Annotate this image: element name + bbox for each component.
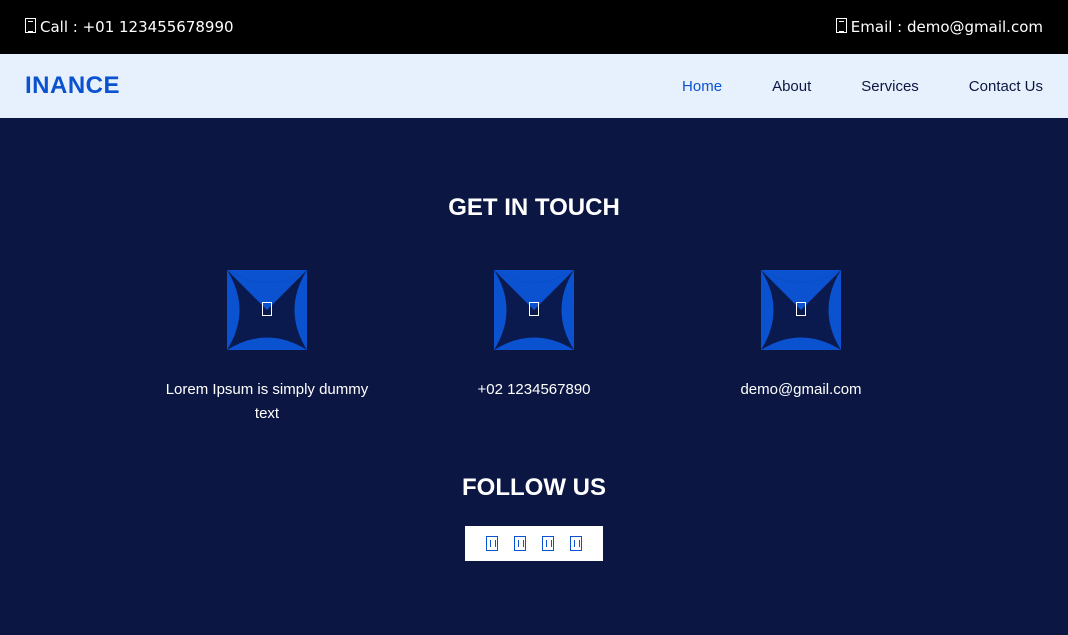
contact-item-address: Lorem Ipsum is simply dummy text: [152, 270, 382, 426]
get-in-touch-title: GET IN TOUCH: [448, 194, 620, 221]
nav-about[interactable]: About: [772, 78, 811, 95]
envelope-glyph: [796, 302, 806, 316]
call-text: Call : +01 123455678990: [40, 18, 234, 36]
phone-icon[interactable]: [494, 270, 574, 350]
contact-item-email: demo@gmail.com: [686, 270, 916, 402]
map-marker-icon[interactable]: [227, 270, 307, 350]
nav-home[interactable]: Home: [682, 78, 722, 95]
site-logo[interactable]: INANCE: [25, 72, 120, 100]
top-info-bar: Call : +01 123455678990 Email : demo@gma…: [0, 0, 1068, 54]
twitter-icon[interactable]: [514, 536, 526, 551]
social-links: [465, 526, 603, 561]
address-text: Lorem Ipsum is simply dummy text: [165, 381, 369, 422]
instagram-icon[interactable]: [570, 536, 582, 551]
email-text: Email : demo@gmail.com: [850, 18, 1043, 36]
main-navbar: INANCE Home About Services Contact Us: [0, 54, 1068, 118]
phone-text: +02 1234567890: [477, 381, 591, 398]
nav-contact-us[interactable]: Contact Us: [969, 78, 1043, 95]
map-marker-glyph: [262, 302, 272, 316]
follow-us-title: FOLLOW US: [462, 474, 606, 501]
nav-links: Home About Services Contact Us: [632, 78, 1043, 95]
email-text-contact: demo@gmail.com: [740, 381, 862, 398]
email-link[interactable]: Email : demo@gmail.com: [835, 17, 1043, 36]
linkedin-icon[interactable]: [542, 536, 554, 551]
contact-item-phone: +02 1234567890: [419, 270, 649, 402]
phone-icon: [25, 17, 36, 33]
nav-services[interactable]: Services: [861, 78, 919, 95]
call-link[interactable]: Call : +01 123455678990: [25, 17, 234, 36]
phone-glyph: [529, 302, 539, 316]
facebook-icon[interactable]: [486, 536, 498, 551]
envelope-icon: [835, 17, 847, 33]
envelope-icon[interactable]: [761, 270, 841, 350]
